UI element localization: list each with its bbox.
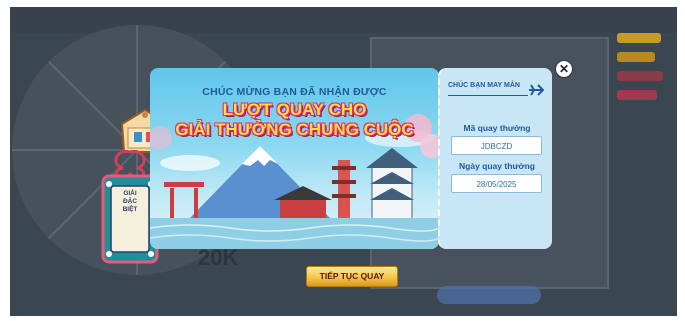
spin-code-label: Mã quay thưởng [463,123,531,133]
continue-spin-button[interactable]: TIẾP TỤC QUAY [306,266,398,287]
spin-code-field: JDBCZD [451,136,542,155]
close-icon: ✕ [558,62,570,76]
airplane-icon [529,84,544,96]
spin-date-label: Ngày quay thưởng [459,161,535,171]
charm-text-line1: GIẢI [123,190,137,197]
popup-headline-line2: LƯỢT QUAY CHO [222,100,367,119]
charm-text-line3: BIỆT [122,206,138,213]
prize-ticket-card: CHÚC MỪNG BẠN ĐÃ NHẬN ĐƯỢC LƯỢT QUAY CHO… [150,68,439,249]
ticket-stub-divider [448,95,528,96]
ticket-stub: CHÚC BẠN MAY MẮN Mã quay thưởng JDBCZD N… [438,68,552,249]
close-button[interactable]: ✕ [555,60,573,78]
background-button [437,286,541,304]
popup-headline-line1: CHÚC MỪNG BẠN ĐÃ NHẬN ĐƯỢC [202,86,387,98]
ticket-stub-title: CHÚC BẠN MAY MẮN [448,82,520,89]
spin-date-field: 28/05/2025 [451,174,542,193]
popup-headline-line3: GIẢI THƯỞNG CHUNG CUỘC [175,120,414,139]
background-side-panel [617,33,669,133]
charm-text-line2: ĐẶC [122,198,138,205]
charm-text: GIẢI ĐẶC BIỆT [113,190,147,214]
